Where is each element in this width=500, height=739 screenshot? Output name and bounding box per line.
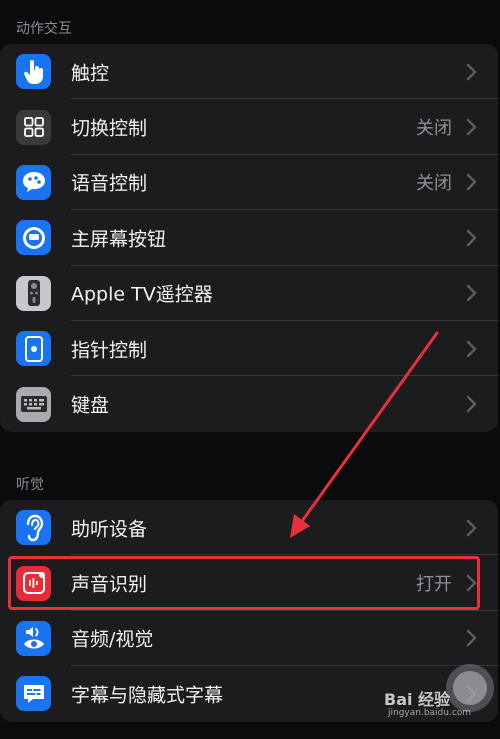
chevron-right-icon [466, 395, 477, 413]
row-switch-control[interactable]: 切换控制 关闭 [0, 99, 498, 155]
row-value: 关闭 [416, 118, 452, 140]
chevron-right-icon [466, 118, 477, 136]
row-hearing-devices[interactable]: 助听设备 [0, 500, 498, 556]
hand-pointer-icon [16, 54, 51, 90]
watermark-brand: Bai 经验 [384, 690, 451, 709]
interaction-group: 触控 切换控制 关闭 语音控制 关闭 主屏幕按钮 Apple TV遥控器 指针控… [0, 44, 498, 432]
assistive-touch-inner [453, 671, 487, 705]
row-value: 关闭 [416, 173, 452, 195]
row-apple-tv-remote[interactable]: Apple TV遥控器 [0, 266, 498, 321]
row-voice-control[interactable]: 语音控制 关闭 [0, 155, 498, 211]
chevron-right-icon [466, 519, 477, 536]
chevron-right-icon [466, 285, 477, 302]
row-value: 打开 [416, 574, 452, 596]
assistive-touch-button[interactable] [446, 664, 494, 712]
accessibility-settings-screen: 动作交互 触控 切换控制 关闭 语音控制 关闭 主屏幕按钮 Apple TV遥控… [0, 0, 500, 739]
chevron-right-icon [466, 340, 477, 357]
row-label: 触控 [71, 62, 110, 85]
sound-recognition-icon [16, 565, 51, 601]
row-label: 指针控制 [71, 339, 148, 362]
keyboard-icon [16, 386, 51, 422]
watermark-url: jingyan.baidu.com [388, 708, 472, 718]
row-label: 主屏幕按钮 [71, 228, 167, 251]
chevron-right-icon [466, 229, 477, 247]
row-label: Apple TV遥控器 [71, 283, 213, 306]
switch-control-grid-icon [16, 109, 51, 145]
pointer-control-icon [16, 331, 51, 367]
row-label: 字幕与隐藏式字幕 [71, 684, 224, 707]
row-label: 声音识别 [71, 573, 148, 596]
row-keyboard[interactable]: 键盘 [0, 376, 498, 431]
row-label: 音频/视觉 [71, 628, 154, 651]
row-label: 键盘 [71, 394, 110, 417]
ear-icon [16, 510, 51, 546]
chevron-right-icon [466, 630, 477, 647]
subtitles-icon [16, 676, 51, 712]
section-header-interaction: 动作交互 [16, 21, 72, 37]
tv-remote-icon [16, 275, 51, 311]
row-sound-recognition[interactable]: 声音识别 打开 [0, 555, 498, 611]
chevron-right-icon [466, 63, 477, 80]
row-touch[interactable]: 触控 [0, 44, 498, 100]
row-label: 语音控制 [71, 172, 148, 195]
row-home-button[interactable]: 主屏幕按钮 [0, 210, 498, 266]
row-pointer-control[interactable]: 指针控制 [0, 321, 498, 377]
row-audio-visual[interactable]: 音频/视觉 [0, 611, 498, 667]
voice-control-icon [16, 164, 51, 200]
home-button-icon [16, 220, 51, 256]
audio-visual-icon [16, 620, 51, 656]
section-header-hearing: 听觉 [16, 477, 44, 493]
chevron-right-icon [466, 574, 477, 592]
row-label: 切换控制 [71, 117, 148, 140]
row-label: 助听设备 [71, 518, 148, 541]
chevron-right-icon [466, 174, 477, 191]
